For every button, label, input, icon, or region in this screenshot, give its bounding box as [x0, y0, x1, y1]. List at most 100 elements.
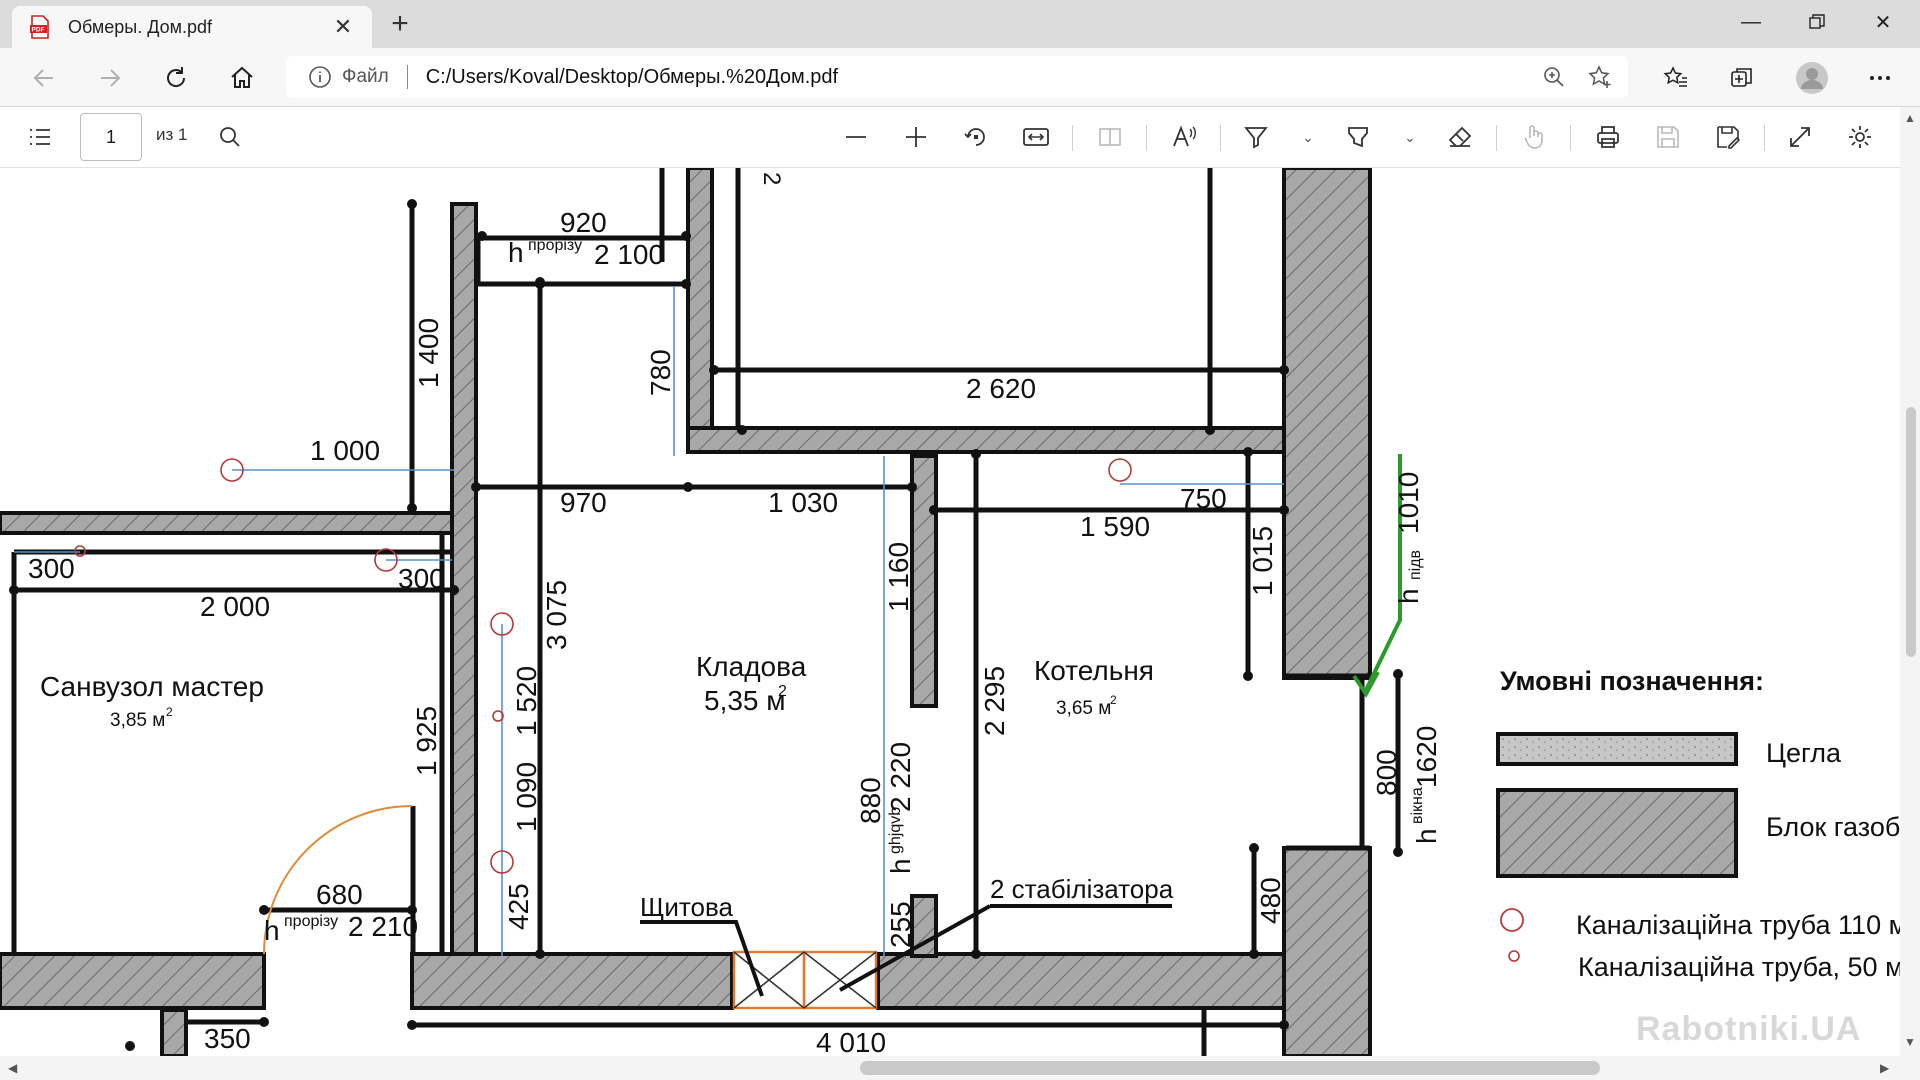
dim-label: 970 [560, 487, 607, 518]
back-arrow-icon [33, 69, 53, 87]
expand-icon [1790, 127, 1810, 147]
touch-mode-button[interactable] [1516, 119, 1552, 155]
forward-arrow-icon [101, 69, 121, 87]
close-tab-icon[interactable]: ✕ [328, 12, 358, 42]
vertical-scrollbar[interactable]: ▲ ▼ [1900, 107, 1920, 1056]
dim-label: 2 [758, 172, 785, 185]
save-icon [1657, 126, 1679, 148]
fit-width-button[interactable] [1018, 119, 1054, 155]
add-favorite-icon[interactable] [1582, 59, 1618, 95]
dim-label: 3 075 [541, 580, 572, 650]
dim-label: 425 [503, 883, 534, 930]
legend-title: Умовні позначення: [1500, 666, 1764, 696]
pdf-page[interactable]: Санвузол мастер 3,85 м 2 Кладова 5,35 м … [0, 168, 1900, 1056]
h-letter: h [1411, 828, 1442, 844]
url-text[interactable]: C:/Users/Koval/Desktop/Обмеры.%20Дом.pdf [426, 66, 1536, 89]
dim-label: 1620 [1411, 726, 1442, 788]
zoom-in-button[interactable] [898, 119, 934, 155]
restore-button[interactable] [1782, 0, 1852, 44]
toolbar-divider [1072, 125, 1073, 151]
room-area-sup: 2 [1110, 693, 1117, 707]
room-area-sup: 2 [778, 683, 787, 700]
back-button[interactable] [24, 58, 64, 98]
erase-button[interactable] [1442, 119, 1478, 155]
zoom-icon[interactable] [1536, 59, 1572, 95]
page-number-input[interactable]: 1 [80, 113, 142, 161]
scroll-left-icon[interactable]: ◀ [8, 1061, 17, 1075]
pdf-settings-button[interactable] [1842, 119, 1878, 155]
close-window-button[interactable]: ✕ [1848, 0, 1918, 44]
print-icon [1597, 126, 1619, 148]
horizontal-scroll-thumb[interactable] [860, 1061, 1600, 1075]
dim-label: 2 100 [594, 239, 664, 270]
room-area-sup: 2 [166, 705, 173, 719]
tab-active[interactable]: PDF Обмеры. Дом.pdf ✕ [12, 6, 372, 48]
list-icon [30, 129, 50, 145]
read-aloud-button[interactable] [1166, 119, 1202, 155]
collections-button[interactable] [1722, 58, 1762, 98]
navigation-bar: Файл C:/Users/Koval/Desktop/Обмеры.%20До… [0, 48, 1920, 107]
info-icon[interactable] [308, 65, 332, 89]
profile-button[interactable] [1792, 58, 1832, 98]
settings-more-button[interactable] [1860, 58, 1900, 98]
avatar [1796, 62, 1828, 94]
rotate-button[interactable] [958, 119, 994, 155]
svg-text:PDF: PDF [32, 27, 45, 34]
horizontal-scrollbar[interactable]: ◀ ▶ [0, 1056, 1920, 1080]
floor-plan-drawing: Санвузол мастер 3,85 м 2 Кладова 5,35 м … [0, 168, 1900, 1056]
panel-label: Щитова [640, 892, 733, 922]
highlighter-icon [1348, 127, 1368, 148]
highlight-button[interactable] [1340, 119, 1376, 155]
legend-item: Блок газобетон [1766, 812, 1900, 842]
draw-options-chevron-down-icon[interactable]: ⌄ [1298, 127, 1318, 147]
dim-label: 1 000 [310, 435, 380, 466]
home-button[interactable] [222, 58, 262, 98]
dim-label: 920 [560, 207, 607, 238]
page-view-button[interactable] [1092, 119, 1128, 155]
search-button[interactable] [212, 119, 248, 155]
scroll-right-icon[interactable]: ▶ [1880, 1061, 1889, 1075]
h-letter: h [885, 858, 916, 874]
watermark: Rabotniki.UA [1636, 1010, 1862, 1048]
highlight-options-chevron-down-icon[interactable]: ⌄ [1400, 127, 1420, 147]
h-letter: h [508, 237, 524, 268]
room-name: Санвузол мастер [40, 671, 264, 702]
fullscreen-button[interactable] [1782, 119, 1818, 155]
more-icon [1870, 76, 1890, 80]
dim-label: 1 015 [1247, 526, 1278, 596]
h-subscript: підв [1407, 550, 1424, 580]
tab-title: Обмеры. Дом.pdf [68, 16, 213, 37]
address-bar[interactable]: Файл C:/Users/Koval/Desktop/Обмеры.%20До… [286, 56, 1628, 98]
contents-button[interactable] [22, 119, 58, 155]
dim-label: 680 [316, 879, 363, 910]
save-as-button[interactable] [1710, 119, 1746, 155]
toolbar-divider [1220, 125, 1221, 151]
print-button[interactable] [1590, 119, 1626, 155]
toolbar-divider [1146, 125, 1147, 151]
save-button[interactable] [1650, 119, 1686, 155]
pdf-toolbar: 1 из 1 ⌄ ⌄ [0, 107, 1920, 168]
refresh-button[interactable] [156, 58, 196, 98]
toolbar-divider [1570, 125, 1571, 151]
legend: Умовні позначення: Цегла Блок газобетон … [1496, 666, 1900, 982]
dim-label: 300 [398, 563, 445, 594]
dim-label: 4 010 [816, 1027, 886, 1056]
dim-label: 1 925 [411, 706, 442, 776]
restore-icon [1809, 14, 1825, 29]
draw-button[interactable] [1238, 119, 1274, 155]
dim-label: 1 090 [511, 762, 542, 832]
zoom-out-button[interactable] [838, 119, 874, 155]
new-tab-button[interactable]: + [384, 7, 416, 40]
legend-gasblock-swatch [1496, 788, 1738, 878]
favorites-button[interactable] [1656, 58, 1696, 98]
scroll-down-icon[interactable]: ▼ [1904, 1035, 1916, 1049]
minimize-button[interactable]: — [1716, 0, 1786, 44]
filter-pen-icon [1244, 127, 1268, 149]
dim-label: 1 400 [413, 318, 444, 388]
dim-label: 2 620 [966, 373, 1036, 404]
room-area: 5,35 м [704, 685, 786, 716]
vertical-scroll-thumb[interactable] [1906, 407, 1916, 657]
scroll-up-icon[interactable]: ▲ [1904, 111, 1916, 125]
legend-brick-swatch [1496, 732, 1738, 766]
forward-button[interactable] [90, 58, 130, 98]
